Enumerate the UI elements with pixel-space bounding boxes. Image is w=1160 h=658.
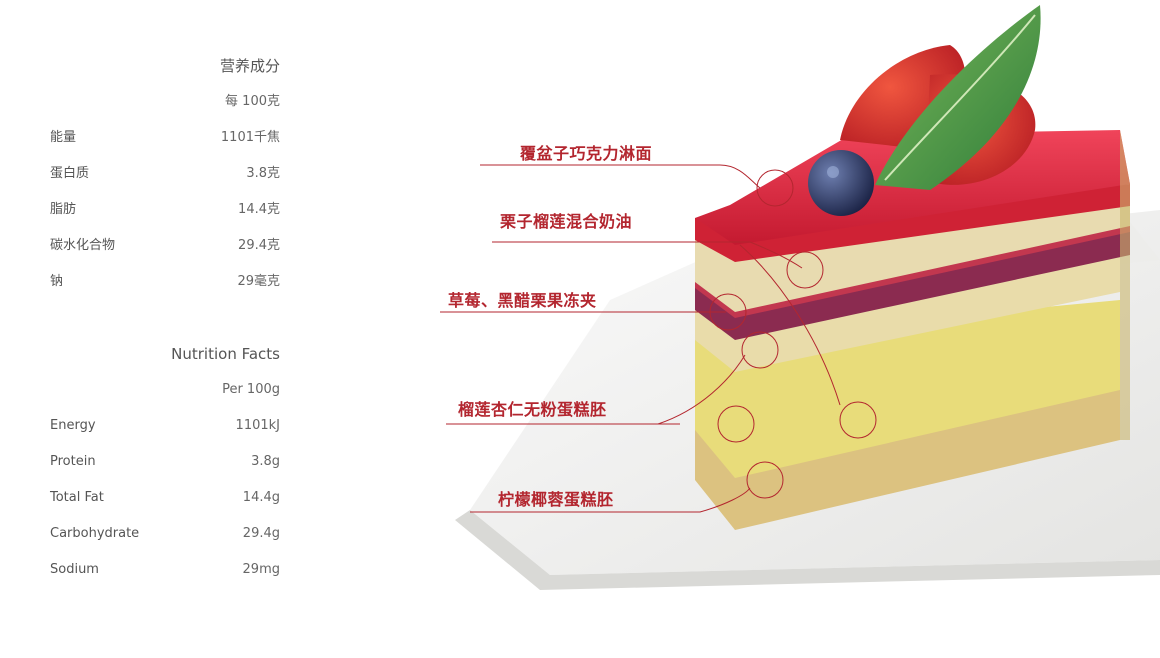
- nutrient-value: 3.8g: [251, 454, 280, 469]
- nutrient-name: 钠: [50, 274, 64, 289]
- nutrition-row: Total Fat 14.4g: [50, 480, 280, 516]
- nutrition-row: 脂肪 14.4克: [50, 192, 280, 228]
- nutrient-value: 3.8克: [246, 166, 280, 181]
- layer-label-lemon-sponge: 柠檬椰蓉蛋糕胚: [498, 490, 614, 509]
- nutrition-row: 能量 1101千焦: [50, 120, 280, 156]
- nutrient-value: 14.4g: [242, 490, 280, 505]
- nutrition-title-en: Nutrition Facts: [171, 345, 280, 363]
- layer-label-almond-sponge: 榴莲杏仁无粉蛋糕胚: [458, 400, 607, 419]
- nutrition-row: 碳水化合物 29.4克: [50, 228, 280, 264]
- nutrient-value: 29.4克: [238, 238, 280, 253]
- nutrition-row: Energy 1101kJ: [50, 408, 280, 444]
- nutrient-name: Protein: [50, 454, 96, 469]
- nutrient-name: 蛋白质: [50, 166, 90, 181]
- nutrition-row: Sodium 29mg: [50, 552, 280, 588]
- layer-label-glaze: 覆盆子巧克力淋面: [520, 144, 653, 163]
- nutrient-value: 14.4克: [238, 202, 280, 217]
- nutrition-per-en: Per 100g: [222, 382, 280, 397]
- nutrient-name: Carbohydrate: [50, 526, 140, 541]
- nutrient-name: Total Fat: [50, 490, 104, 505]
- layer-label-jelly: 草莓、黑醋栗果冻夹: [448, 291, 597, 310]
- cake-illustration: 覆盆子巧克力淋面 栗子榴莲混合奶油 草莓、黑醋栗果冻夹 榴莲杏仁无粉蛋糕胚 柠檬…: [430, 0, 1160, 600]
- nutrient-name: Energy: [50, 418, 96, 433]
- nutrient-value: 29毫克: [237, 274, 280, 289]
- nutrient-value: 1101千焦: [220, 130, 280, 145]
- nutrient-name: 能量: [50, 130, 77, 145]
- nutrition-row: 蛋白质 3.8克: [50, 156, 280, 192]
- nutrient-value: 1101kJ: [235, 418, 280, 433]
- nutrient-value: 29mg: [242, 562, 280, 577]
- nutrient-value: 29.4g: [242, 526, 280, 541]
- nutrition-title-cn: 营养成分: [219, 57, 280, 75]
- nutrition-panel: 营养成分 每 100克 能量 1101千焦 蛋白质 3.8克 脂肪 14.4克 …: [50, 48, 280, 588]
- nutrient-name: Sodium: [50, 562, 99, 577]
- nutrient-name: 碳水化合物: [50, 238, 116, 253]
- nutrition-per-cn: 每 100克: [225, 94, 280, 109]
- layer-label-cream: 栗子榴莲混合奶油: [500, 212, 633, 231]
- nutrient-name: 脂肪: [50, 202, 77, 217]
- nutrition-row: Protein 3.8g: [50, 444, 280, 480]
- nutrition-row: 钠 29毫克: [50, 264, 280, 300]
- nutrition-row: Carbohydrate 29.4g: [50, 516, 280, 552]
